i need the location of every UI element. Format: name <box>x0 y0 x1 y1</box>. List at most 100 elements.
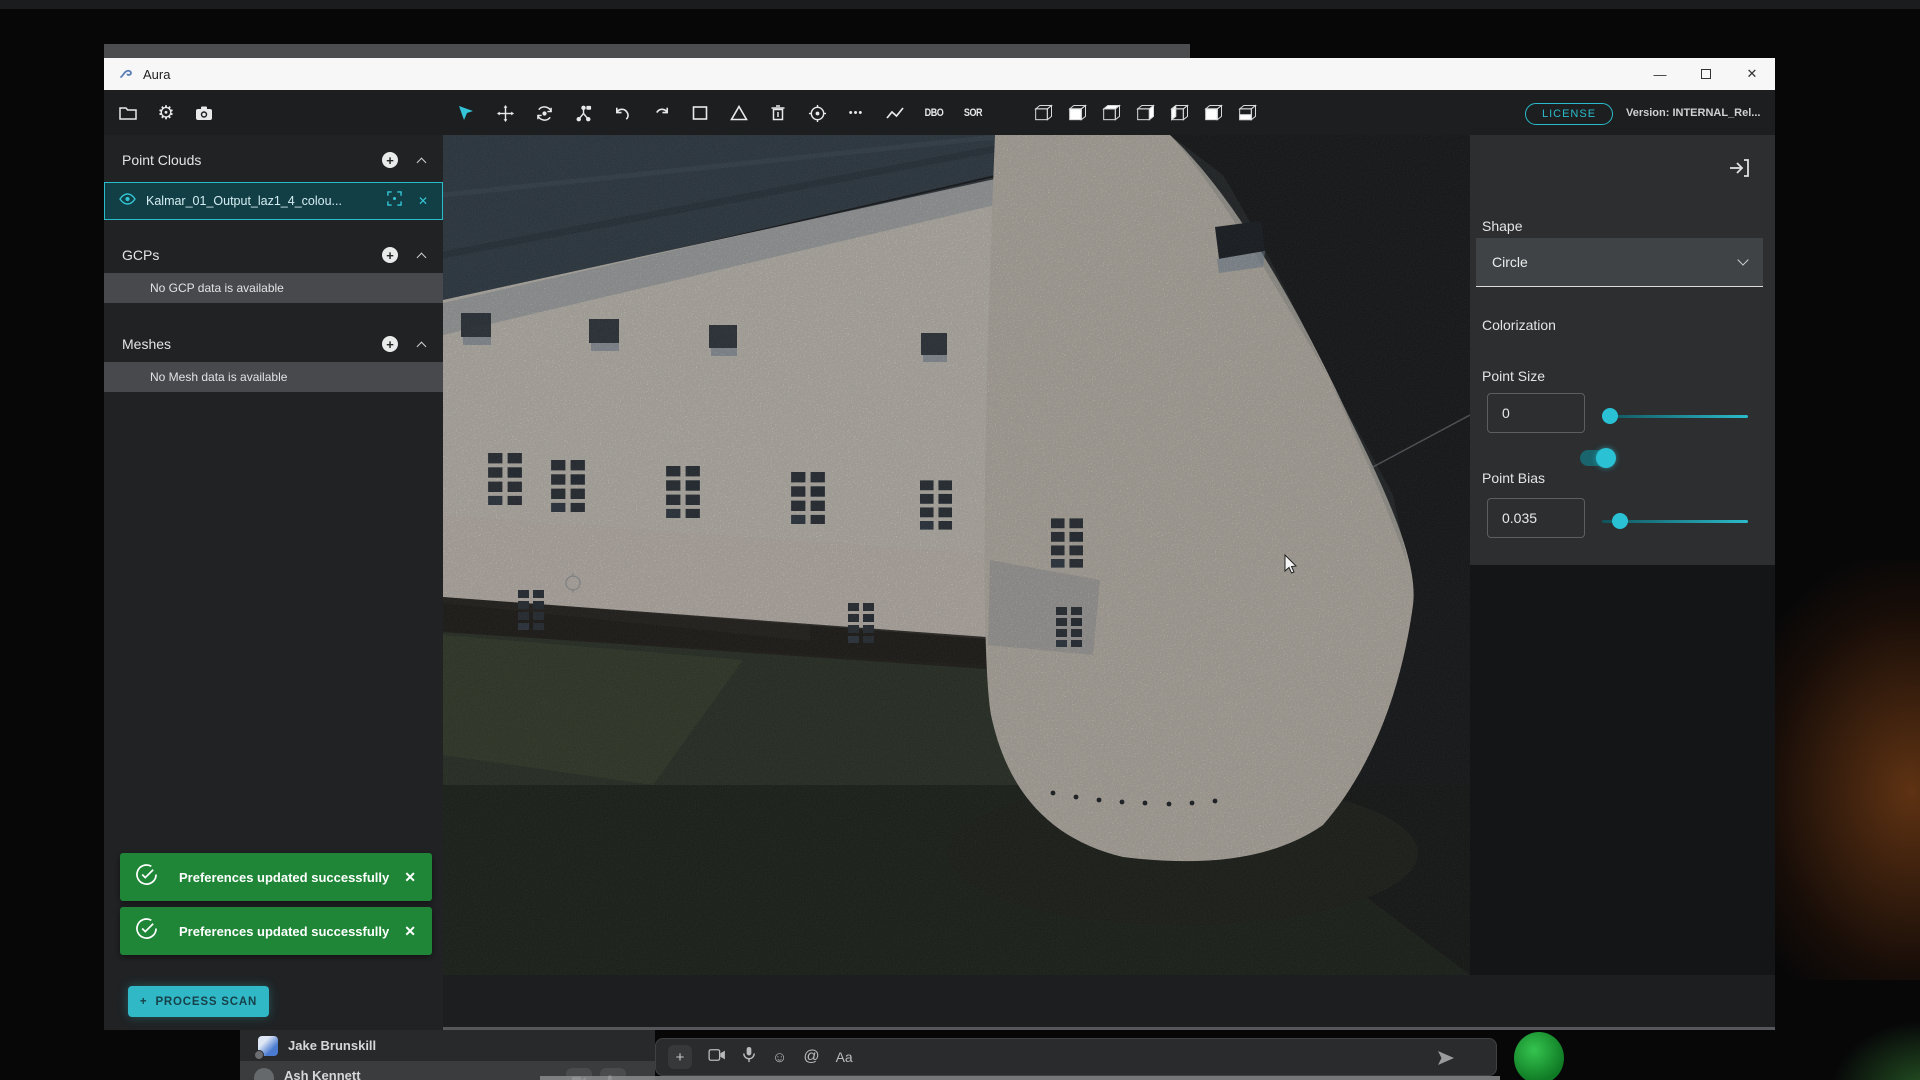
participant-name: Jake Brunskill <box>288 1038 376 1053</box>
colorization-toggle[interactable] <box>1580 450 1614 466</box>
toast-close-icon[interactable]: ✕ <box>404 923 416 940</box>
avatar <box>254 1068 274 1080</box>
view-cube-back-icon[interactable] <box>1204 103 1224 123</box>
toast-close-icon[interactable]: ✕ <box>404 869 416 886</box>
toolbar-viewcube-group <box>1034 98 1258 128</box>
mention-icon[interactable]: @ <box>803 1048 819 1066</box>
minimize-button[interactable]: — <box>1637 58 1683 90</box>
attach-plus-button[interactable]: + <box>668 1045 692 1069</box>
view-cube-iso-icon[interactable] <box>1034 103 1054 123</box>
mic-icon[interactable] <box>742 1046 756 1068</box>
chat-participant-list: Jake Brunskill Ash Kennett <box>240 1030 655 1080</box>
section-point-clouds: Point Clouds + <box>104 145 443 175</box>
status-badge <box>254 1050 264 1060</box>
section-gcps: GCPs + <box>104 240 443 270</box>
target-point-tool-icon[interactable] <box>807 103 827 123</box>
window-title: Aura <box>143 67 170 82</box>
pan-move-tool-icon[interactable] <box>495 103 515 123</box>
visibility-eye-icon[interactable] <box>119 192 136 210</box>
select-cursor-tool-icon[interactable] <box>456 103 476 123</box>
viewport-3d[interactable] <box>443 135 1470 975</box>
toast-notification: Preferences updated successfully ✕ <box>120 907 432 955</box>
toast-notification: Preferences updated successfully ✕ <box>120 853 432 901</box>
section-meshes: Meshes + <box>104 329 443 359</box>
toolbar-file-group: ⚙ <box>118 98 214 128</box>
shape-dropdown[interactable]: Circle <box>1476 238 1763 287</box>
point-bias-input[interactable]: 0.035 <box>1487 498 1585 538</box>
chevron-down-icon <box>1737 254 1748 265</box>
point-cloud-item[interactable]: Kalmar_01_Output_laz1_4_colou... ✕ <box>104 182 443 220</box>
collapse-point-clouds-icon[interactable] <box>417 157 427 167</box>
toast-message: Preferences updated successfully <box>179 870 389 885</box>
license-badge[interactable]: LICENSE <box>1525 103 1613 125</box>
add-gcp-button[interactable]: + <box>382 247 398 263</box>
collapse-gcps-icon[interactable] <box>417 252 427 262</box>
maximize-button[interactable] <box>1683 58 1729 90</box>
focus-crosshair-icon[interactable] <box>387 191 402 211</box>
chat-participant-row[interactable]: Jake Brunskill <box>240 1030 655 1062</box>
version-label: Version: INTERNAL_Rel... <box>1626 107 1760 119</box>
background-taskbar-edge <box>540 1076 1500 1080</box>
point-cloud-item-label: Kalmar_01_Output_laz1_4_colou... <box>146 194 342 208</box>
view-cube-right-icon[interactable] <box>1136 103 1156 123</box>
point-size-label: Point Size <box>1482 368 1545 384</box>
desktop: Aura — ✕ ⚙ <box>0 0 1920 1080</box>
sor-filter-tool[interactable]: SOR <box>965 103 981 123</box>
background-green-glow <box>1830 1020 1920 1080</box>
point-size-slider-thumb[interactable] <box>1602 408 1618 424</box>
chat-composer[interactable]: + ☺ @ Aa <box>655 1038 1497 1076</box>
shape-dropdown-value: Circle <box>1492 254 1528 270</box>
window-controls: — ✕ <box>1637 58 1775 90</box>
redo-icon[interactable] <box>651 103 671 123</box>
view-cube-left-icon[interactable] <box>1170 103 1190 123</box>
process-scan-label: PROCESS SCAN <box>155 996 257 1008</box>
section-point-clouds-label: Point Clouds <box>122 152 201 168</box>
orbit-rotate-tool-icon[interactable] <box>534 103 554 123</box>
colorization-label: Colorization <box>1482 317 1556 333</box>
box-select-tool-icon[interactable] <box>690 103 710 123</box>
add-point-cloud-button[interactable]: + <box>382 152 398 168</box>
point-cloud-render <box>443 135 1470 975</box>
point-bias-slider[interactable] <box>1602 512 1748 530</box>
toolbar-tools-group: ••• DBO SOR <box>456 98 983 128</box>
section-meshes-label: Meshes <box>122 336 171 352</box>
format-icon[interactable]: Aa <box>836 1049 853 1065</box>
polyline-measure-tool-icon[interactable] <box>885 103 905 123</box>
open-folder-icon[interactable] <box>118 103 138 123</box>
send-message-icon[interactable] <box>1436 1048 1456 1073</box>
close-button[interactable]: ✕ <box>1729 58 1775 90</box>
triangle-select-tool-icon[interactable] <box>729 103 749 123</box>
delete-trash-icon[interactable] <box>768 103 788 123</box>
emoji-icon[interactable]: ☺ <box>772 1049 787 1066</box>
point-size-input[interactable]: 0 <box>1487 393 1585 433</box>
pivot-lock-tool-icon[interactable] <box>573 103 593 123</box>
view-cube-bottom-icon[interactable] <box>1238 103 1258 123</box>
avatar <box>258 1036 278 1056</box>
toggle-knob <box>1596 448 1616 468</box>
process-scan-button[interactable]: + PROCESS SCAN <box>128 986 269 1017</box>
view-cube-front-icon[interactable] <box>1068 103 1088 123</box>
collapse-meshes-icon[interactable] <box>417 341 427 351</box>
view-cube-top-icon[interactable] <box>1102 103 1122 123</box>
dbo-filter-tool[interactable]: DBO <box>926 103 942 123</box>
undo-icon[interactable] <box>612 103 632 123</box>
video-clip-icon[interactable] <box>708 1048 726 1067</box>
gcp-empty-message: No GCP data is available <box>104 273 443 303</box>
check-circle-icon <box>136 918 157 944</box>
screenshot-camera-icon[interactable] <box>194 103 214 123</box>
point-size-slider[interactable] <box>1602 407 1748 425</box>
background-app-blob <box>1514 1032 1564 1080</box>
collapse-panel-icon[interactable] <box>1728 157 1750 179</box>
app-logo-icon <box>118 66 134 82</box>
settings-gear-icon[interactable]: ⚙ <box>156 103 176 123</box>
remove-point-cloud-icon[interactable]: ✕ <box>418 194 428 208</box>
shape-label: Shape <box>1482 218 1522 234</box>
add-mesh-button[interactable]: + <box>382 336 398 352</box>
background-window-edge <box>104 44 1190 58</box>
point-bias-slider-thumb[interactable] <box>1612 513 1628 529</box>
section-gcps-label: GCPs <box>122 247 159 263</box>
right-panel-lower-area <box>1470 565 1775 975</box>
more-tools-icon[interactable]: ••• <box>846 103 866 123</box>
toast-message: Preferences updated successfully <box>179 924 389 939</box>
participant-name: Ash Kennett <box>284 1068 361 1080</box>
